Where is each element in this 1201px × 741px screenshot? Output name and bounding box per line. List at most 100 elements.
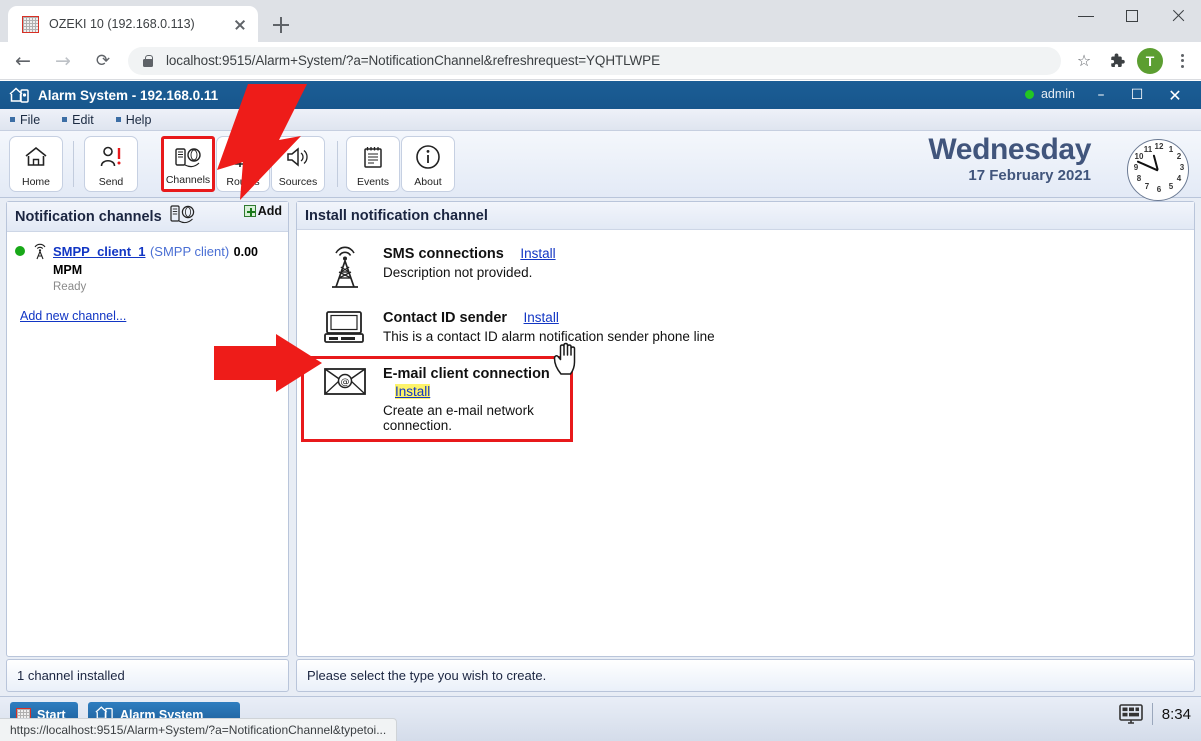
- clock-number-2: 2: [1176, 152, 1182, 161]
- clock-number-8: 8: [1136, 174, 1142, 183]
- chrome-menu-icon[interactable]: [1169, 46, 1195, 76]
- channel-type-row-email[interactable]: @ E-mail client connection Install Creat…: [301, 356, 573, 442]
- add-channel-button[interactable]: Add: [243, 204, 282, 218]
- back-button[interactable]: ←: [6, 44, 40, 78]
- date-display: Wednesday 17 February 2021: [928, 133, 1091, 184]
- app-minimize-button[interactable]: –: [1083, 81, 1119, 109]
- channel-status-dot: [15, 246, 25, 256]
- app-close-button[interactable]: ✕: [1157, 81, 1193, 109]
- add-new-channel-link[interactable]: Add new channel...: [20, 309, 126, 323]
- install-channel-title: Install notification channel: [305, 207, 488, 224]
- browser-tab[interactable]: OZEKI 10 (192.168.0.113): [8, 6, 258, 42]
- analog-clock: 12 1 2 3 4 5 6 7 8 9 10 11: [1127, 139, 1189, 201]
- toolbar-button-about-label: About: [414, 175, 442, 188]
- events-icon: [361, 137, 385, 177]
- browser-tab-strip: OZEKI 10 (192.168.0.113): [0, 0, 1201, 42]
- toolbar-button-sources-label: Sources: [278, 175, 318, 188]
- browser-minimize-button[interactable]: [1063, 0, 1109, 32]
- install-link-sms[interactable]: Install: [520, 246, 555, 261]
- envelope-icon: @: [321, 365, 369, 397]
- right-status-text: Please select the type you wish to creat…: [307, 668, 547, 683]
- left-status-bar: 1 channel installed: [6, 659, 289, 692]
- clock-number-9: 9: [1133, 163, 1139, 172]
- channel-list-item[interactable]: SMPP_client_1 (SMPP client) 0.00 MPM: [7, 232, 288, 279]
- toolbar-separator: [337, 141, 338, 187]
- channel-type-name-contact-id: Contact ID sender: [383, 310, 508, 326]
- notification-channels-panel: Notification channels Add SMPP_client_1 …: [6, 201, 289, 657]
- left-status-text: 1 channel installed: [17, 668, 125, 683]
- toolbar-button-send[interactable]: Send: [84, 136, 138, 192]
- address-bar[interactable]: localhost:9515/Alarm+System/?a=Notificat…: [128, 46, 1061, 75]
- desktop-computer-icon: [321, 309, 369, 345]
- link-tooltip: https://localhost:9515/Alarm+System/?a=N…: [0, 718, 398, 741]
- system-tray: 8:34: [1118, 703, 1191, 725]
- channel-type-desc-email: Create an e-mail network connection.: [383, 403, 534, 433]
- menu-bullet-icon: [115, 117, 121, 122]
- radio-tower-icon: [321, 245, 369, 291]
- toolbar-button-sources[interactable]: Sources: [271, 136, 325, 192]
- toolbar-button-events[interactable]: Events: [346, 136, 400, 192]
- forward-arrow-icon: →: [55, 49, 71, 72]
- clock-number-6: 6: [1156, 185, 1162, 194]
- date-dayname: Wednesday: [928, 133, 1091, 166]
- menu-item-file-label: File: [20, 112, 41, 127]
- menu-item-edit[interactable]: Edit: [62, 113, 94, 127]
- browser-maximize-button[interactable]: [1109, 0, 1155, 32]
- menu-item-help[interactable]: Help: [115, 113, 151, 127]
- sources-icon: [284, 137, 312, 177]
- tray-divider: [1151, 703, 1153, 725]
- channel-type-row-contact-id[interactable]: Contact ID sender Install This is a cont…: [301, 300, 1190, 354]
- app-title: Alarm System - 192.168.0.11: [38, 87, 219, 103]
- clock-number-5: 5: [1168, 182, 1174, 191]
- channel-name-link[interactable]: SMPP_client_1: [53, 244, 146, 259]
- clock-number-11: 11: [1143, 144, 1153, 154]
- reload-button[interactable]: ⟳: [86, 44, 120, 78]
- channels-header-icon: [168, 203, 198, 230]
- toolbar-button-send-label: Send: [98, 175, 124, 188]
- menu-item-file[interactable]: File: [10, 113, 40, 127]
- profile-avatar[interactable]: T: [1137, 47, 1163, 74]
- right-status-bar: Please select the type you wish to creat…: [296, 659, 1195, 692]
- reload-icon: ⟳: [95, 50, 111, 71]
- menu-bullet-icon: [62, 117, 68, 122]
- toolbar-button-routes[interactable]: Routes: [216, 136, 270, 192]
- toolbar-button-about[interactable]: About: [401, 136, 455, 192]
- send-icon: [98, 137, 124, 177]
- user-online-status-dot: [1024, 89, 1034, 99]
- user-name-label: admin: [1040, 87, 1075, 101]
- back-arrow-icon: ←: [15, 49, 31, 72]
- forward-button[interactable]: →: [46, 44, 80, 78]
- channel-type-name-sms: SMS connections: [383, 246, 504, 262]
- channels-icon: [173, 139, 203, 175]
- menu-item-edit-label: Edit: [72, 112, 94, 127]
- app-menu-bar: File Edit Help: [0, 109, 1201, 131]
- toolbar-button-channels[interactable]: Channels: [161, 136, 215, 192]
- menu-bullet-icon: [10, 117, 15, 122]
- app-title-bar: Alarm System - 192.168.0.11 admin – ☐ ✕: [0, 81, 1201, 109]
- new-tab-button[interactable]: [268, 12, 294, 38]
- install-channel-panel: Install notification channel SMS connect…: [296, 201, 1195, 657]
- channel-type-row-sms[interactable]: SMS connections Install Description not …: [301, 236, 1190, 300]
- address-bar-url: localhost:9515/Alarm+System/?a=Notificat…: [166, 53, 660, 68]
- toolbar-button-home-label: Home: [21, 175, 50, 188]
- date-full: 17 February 2021: [968, 166, 1091, 184]
- install-link-contact-id[interactable]: Install: [524, 310, 559, 325]
- add-channel-label: Add: [257, 204, 282, 218]
- routes-icon: [229, 137, 257, 177]
- lock-icon: [142, 54, 154, 67]
- toolbar-button-events-label: Events: [356, 175, 390, 188]
- app-logo-icon: [8, 85, 30, 105]
- browser-close-button[interactable]: [1155, 0, 1201, 32]
- plus-icon: [243, 205, 256, 217]
- channel-type-name-email: E-mail client connection: [383, 366, 550, 382]
- extensions-icon[interactable]: [1103, 46, 1133, 76]
- app-maximize-button[interactable]: ☐: [1119, 81, 1155, 109]
- tray-clock-time: 8:34: [1161, 705, 1191, 723]
- bookmark-star-icon[interactable]: ☆: [1069, 46, 1099, 76]
- tab-close-icon[interactable]: [230, 14, 250, 34]
- install-link-email[interactable]: Install: [395, 384, 431, 399]
- display-icon[interactable]: [1118, 703, 1144, 725]
- app-toolbar: Home Send Channels Routes Sources Events…: [0, 131, 1201, 201]
- alarm-system-app-window: Alarm System - 192.168.0.11 admin – ☐ ✕ …: [0, 81, 1201, 696]
- toolbar-button-home[interactable]: Home: [9, 136, 63, 192]
